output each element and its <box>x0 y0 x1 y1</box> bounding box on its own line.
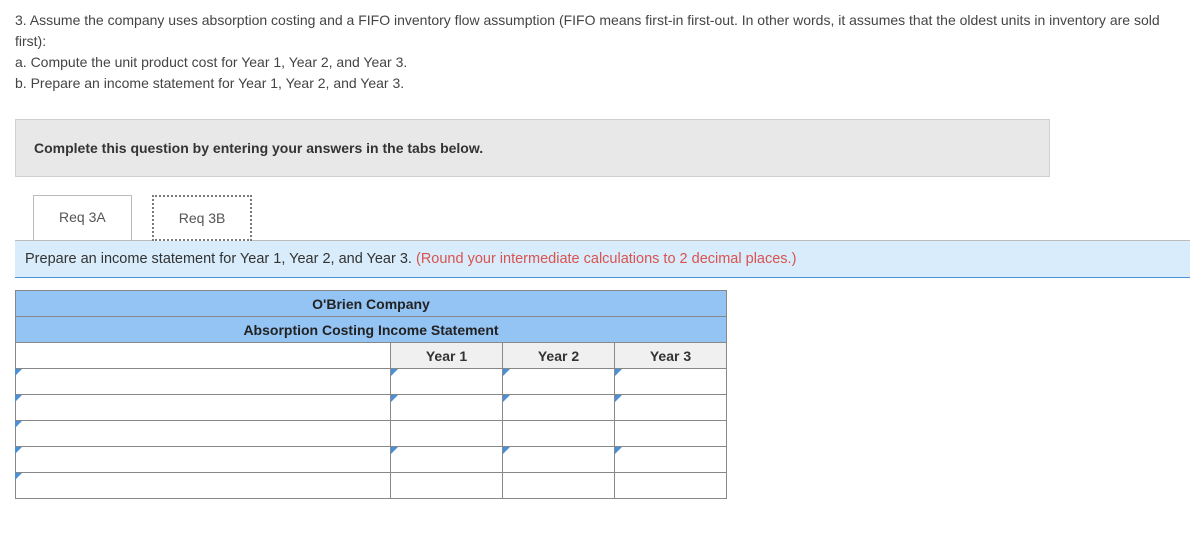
table-company-header: O'Brien Company <box>16 291 727 317</box>
value-input-y1[interactable] <box>391 421 503 447</box>
col-year-1: Year 1 <box>391 343 503 369</box>
table-blank-header <box>16 343 391 369</box>
table-title-header: Absorption Costing Income Statement <box>16 317 727 343</box>
label-input[interactable] <box>16 447 391 473</box>
table-row <box>16 447 727 473</box>
value-input-y2[interactable] <box>503 447 615 473</box>
label-input[interactable] <box>16 421 391 447</box>
value-input-y1[interactable] <box>391 369 503 395</box>
label-input[interactable] <box>16 369 391 395</box>
table-row <box>16 473 727 499</box>
value-input-y2[interactable] <box>503 421 615 447</box>
table-row <box>16 395 727 421</box>
instruction-panel: Complete this question by entering your … <box>15 119 1050 177</box>
value-input-y3[interactable] <box>615 421 727 447</box>
tab-req-3b[interactable]: Req 3B <box>152 195 253 241</box>
value-input-y3[interactable] <box>615 395 727 421</box>
value-input-y3[interactable] <box>615 369 727 395</box>
col-year-2: Year 2 <box>503 343 615 369</box>
question-part-a: a. Compute the unit product cost for Yea… <box>15 54 407 70</box>
value-input-y2[interactable] <box>503 473 615 499</box>
value-input-y1[interactable] <box>391 395 503 421</box>
question-intro: 3. Assume the company uses absorption co… <box>15 12 1160 49</box>
label-input[interactable] <box>16 473 391 499</box>
value-input-y1[interactable] <box>391 473 503 499</box>
prompt-bar: Prepare an income statement for Year 1, … <box>15 240 1190 278</box>
value-input-y1[interactable] <box>391 447 503 473</box>
income-statement-table-wrap: O'Brien Company Absorption Costing Incom… <box>15 290 1185 499</box>
table-row <box>16 369 727 395</box>
income-statement-table: O'Brien Company Absorption Costing Incom… <box>15 290 727 499</box>
prompt-main: Prepare an income statement for Year 1, … <box>25 251 416 267</box>
col-year-3: Year 3 <box>615 343 727 369</box>
tabs-container: Req 3A Req 3B <box>33 195 1185 241</box>
value-input-y3[interactable] <box>615 473 727 499</box>
value-input-y3[interactable] <box>615 447 727 473</box>
tab-req-3a[interactable]: Req 3A <box>33 195 132 241</box>
label-input[interactable] <box>16 395 391 421</box>
prompt-highlight: (Round your intermediate calculations to… <box>416 251 796 267</box>
value-input-y2[interactable] <box>503 395 615 421</box>
question-part-b: b. Prepare an income statement for Year … <box>15 75 404 91</box>
instruction-text: Complete this question by entering your … <box>34 140 483 156</box>
table-row <box>16 421 727 447</box>
value-input-y2[interactable] <box>503 369 615 395</box>
question-text: 3. Assume the company uses absorption co… <box>15 10 1185 94</box>
